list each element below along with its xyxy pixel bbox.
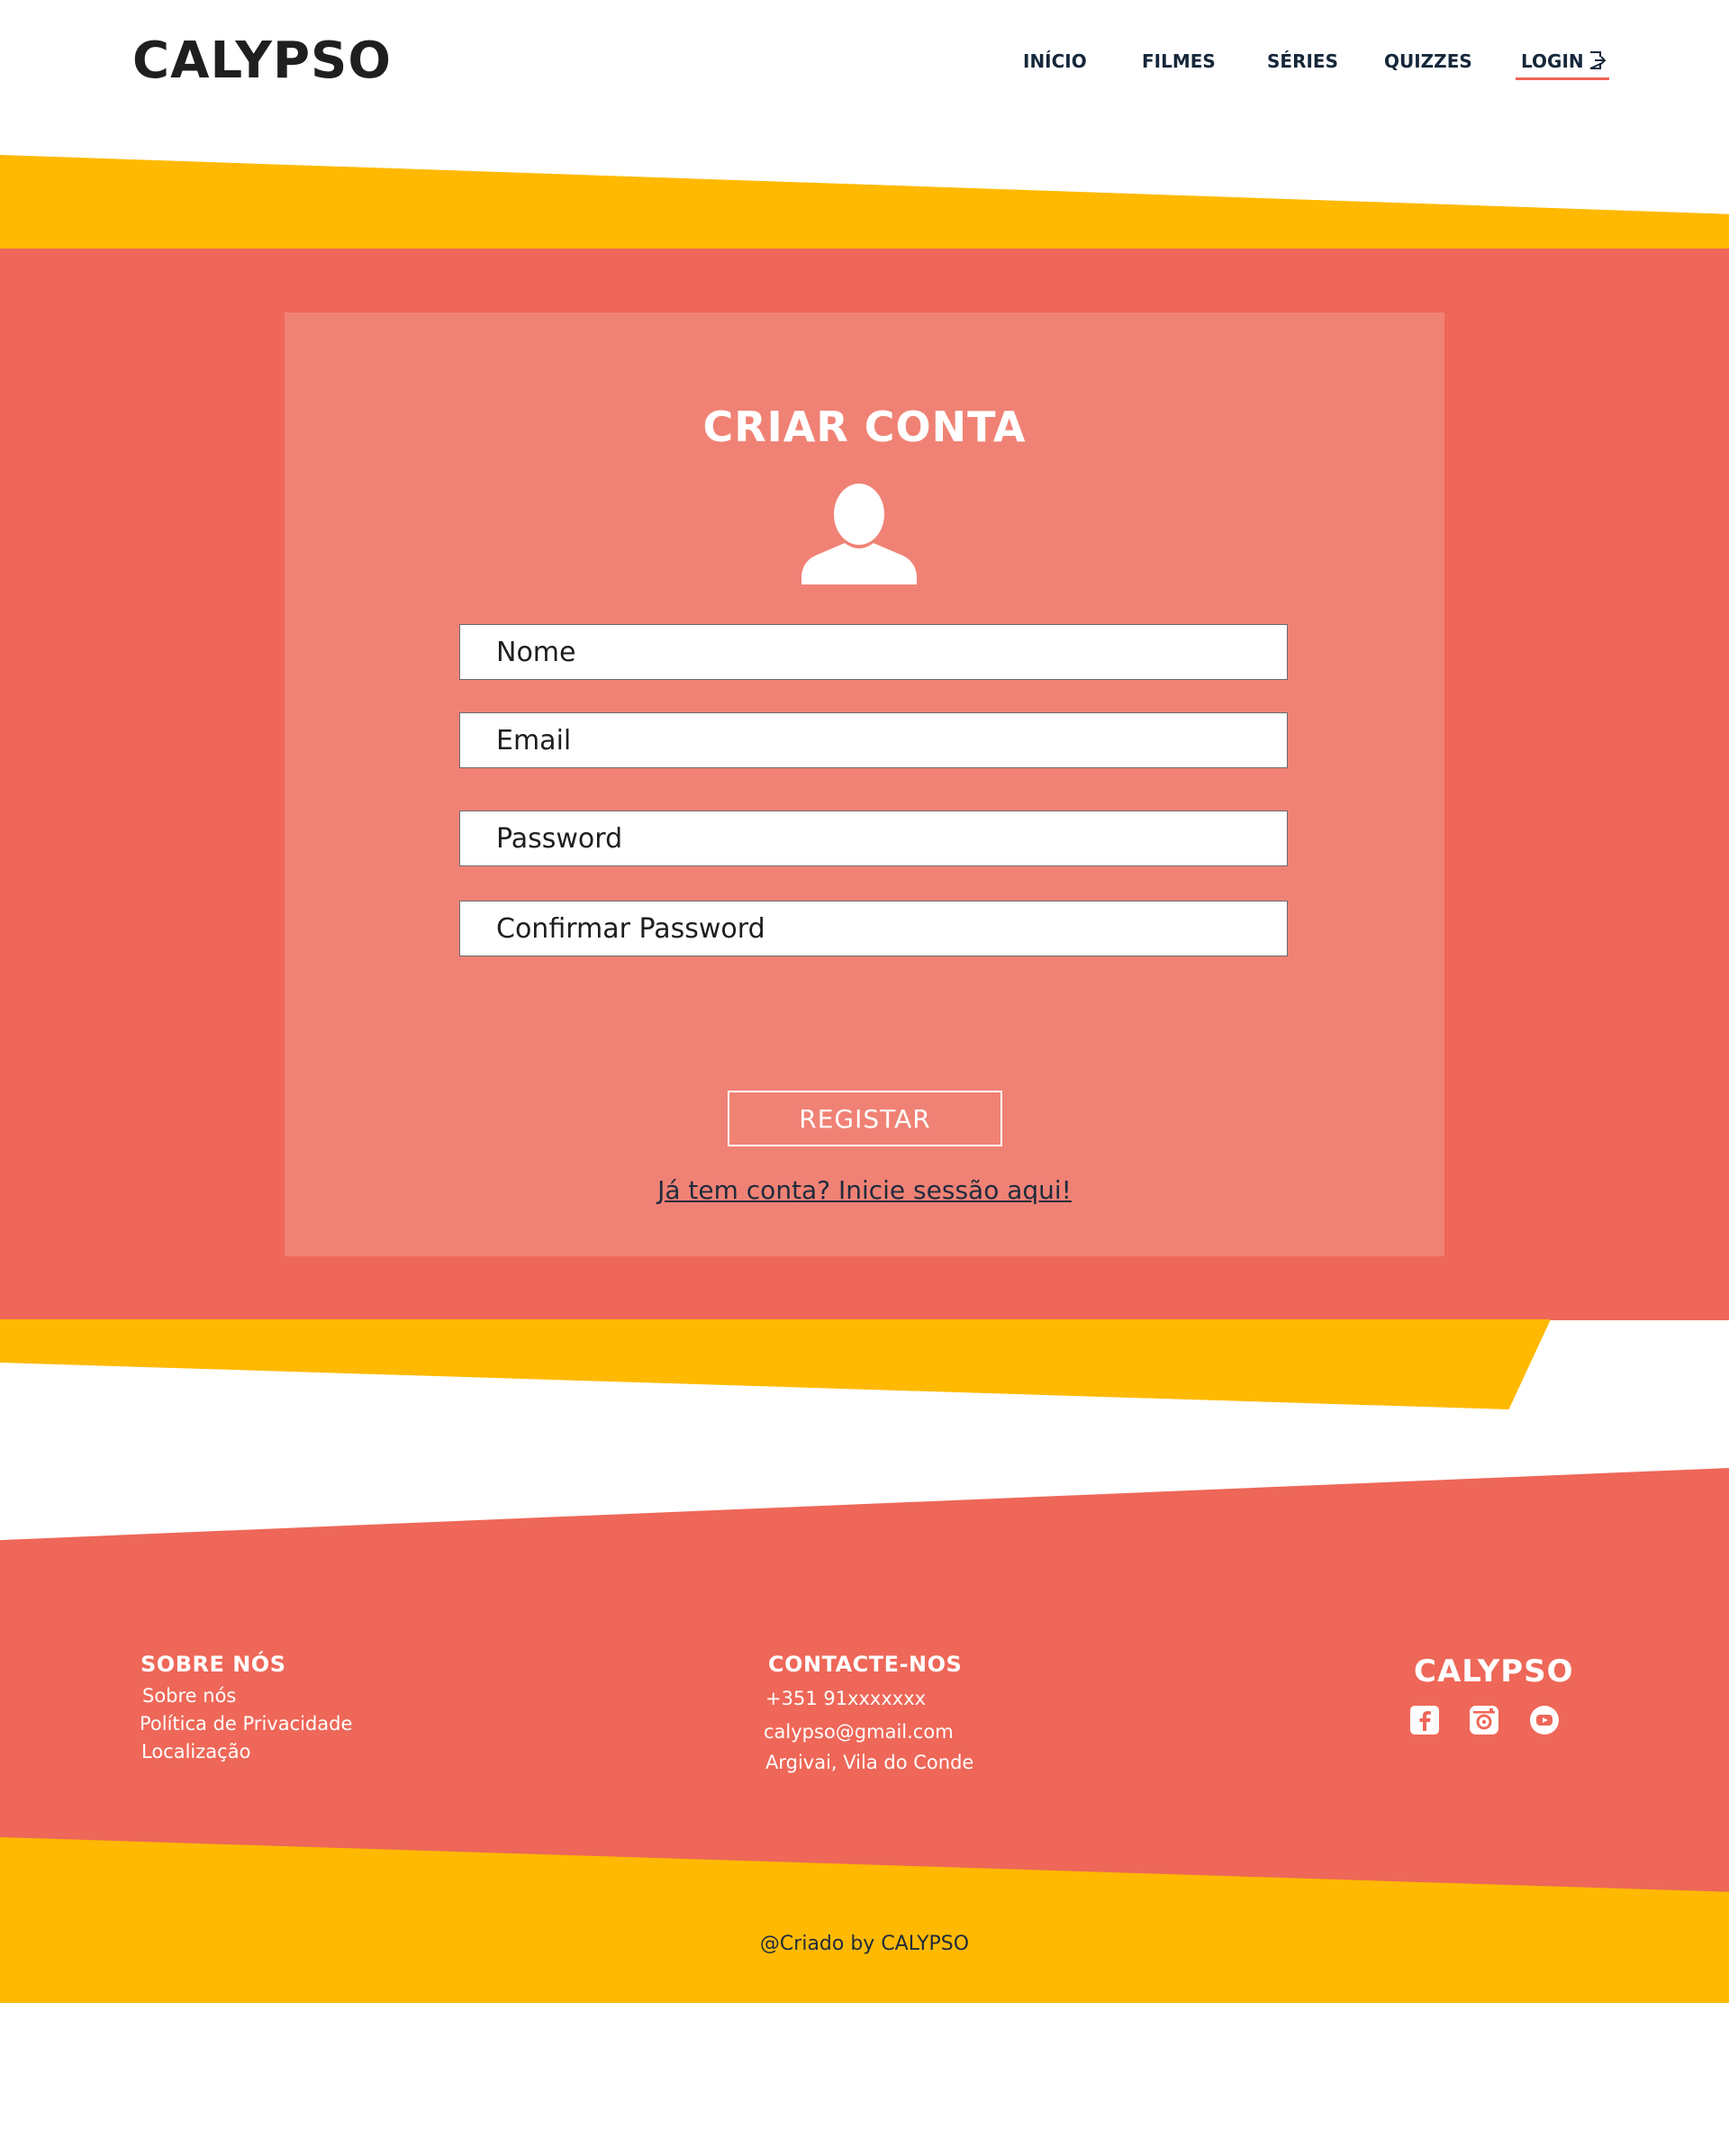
privacy-link[interactable]: Política de Privacidade (140, 1713, 352, 1735)
contact-phone: +351 91xxxxxxx (765, 1688, 927, 1709)
name-input[interactable] (459, 624, 1288, 680)
page-title: CRIAR CONTA (702, 403, 1027, 451)
password-input[interactable] (459, 811, 1288, 866)
nav-quizzes[interactable]: QUIZZES (1384, 50, 1472, 72)
instagram-icon[interactable] (1470, 1706, 1498, 1735)
facebook-icon[interactable] (1410, 1706, 1439, 1735)
copyright-text: @Criado by CALYPSO (759, 1933, 970, 1955)
about-link[interactable]: Sobre nós (142, 1685, 236, 1707)
about-heading: SOBRE NÓS (140, 1652, 286, 1677)
contact-address: Argivai, Vila do Conde (765, 1752, 974, 1773)
contact-heading: CONTACTE-NOS (768, 1652, 963, 1677)
contact-email: calypso@gmail.com (764, 1721, 954, 1743)
youtube-icon[interactable] (1530, 1706, 1559, 1735)
nav-filmes[interactable]: FILMES (1142, 50, 1216, 72)
email-input[interactable] (459, 712, 1288, 768)
user-icon (801, 484, 917, 584)
location-link[interactable]: Localização (141, 1741, 250, 1762)
footer-logo: CALYPSO (1414, 1653, 1574, 1689)
login-link[interactable]: Já tem conta? Inicie sessão aqui! (285, 1175, 1444, 1205)
nav-login-label: LOGIN (1521, 50, 1584, 72)
confirm-password-input[interactable] (459, 901, 1288, 956)
login-icon (1589, 51, 1607, 69)
register-card: CRIAR CONTA REGISTAR Já tem conta? Inici… (285, 313, 1444, 1256)
register-button[interactable]: REGISTAR (728, 1091, 1002, 1146)
bottom-yellow-stripe (0, 1319, 1551, 1409)
nav-inicio[interactable]: INÍCIO (1023, 50, 1087, 72)
nav-series[interactable]: SÉRIES (1267, 50, 1338, 72)
nav-login[interactable]: LOGIN (1516, 50, 1609, 80)
top-yellow-stripe (0, 155, 1729, 250)
site-logo[interactable]: CALYPSO (132, 36, 392, 86)
